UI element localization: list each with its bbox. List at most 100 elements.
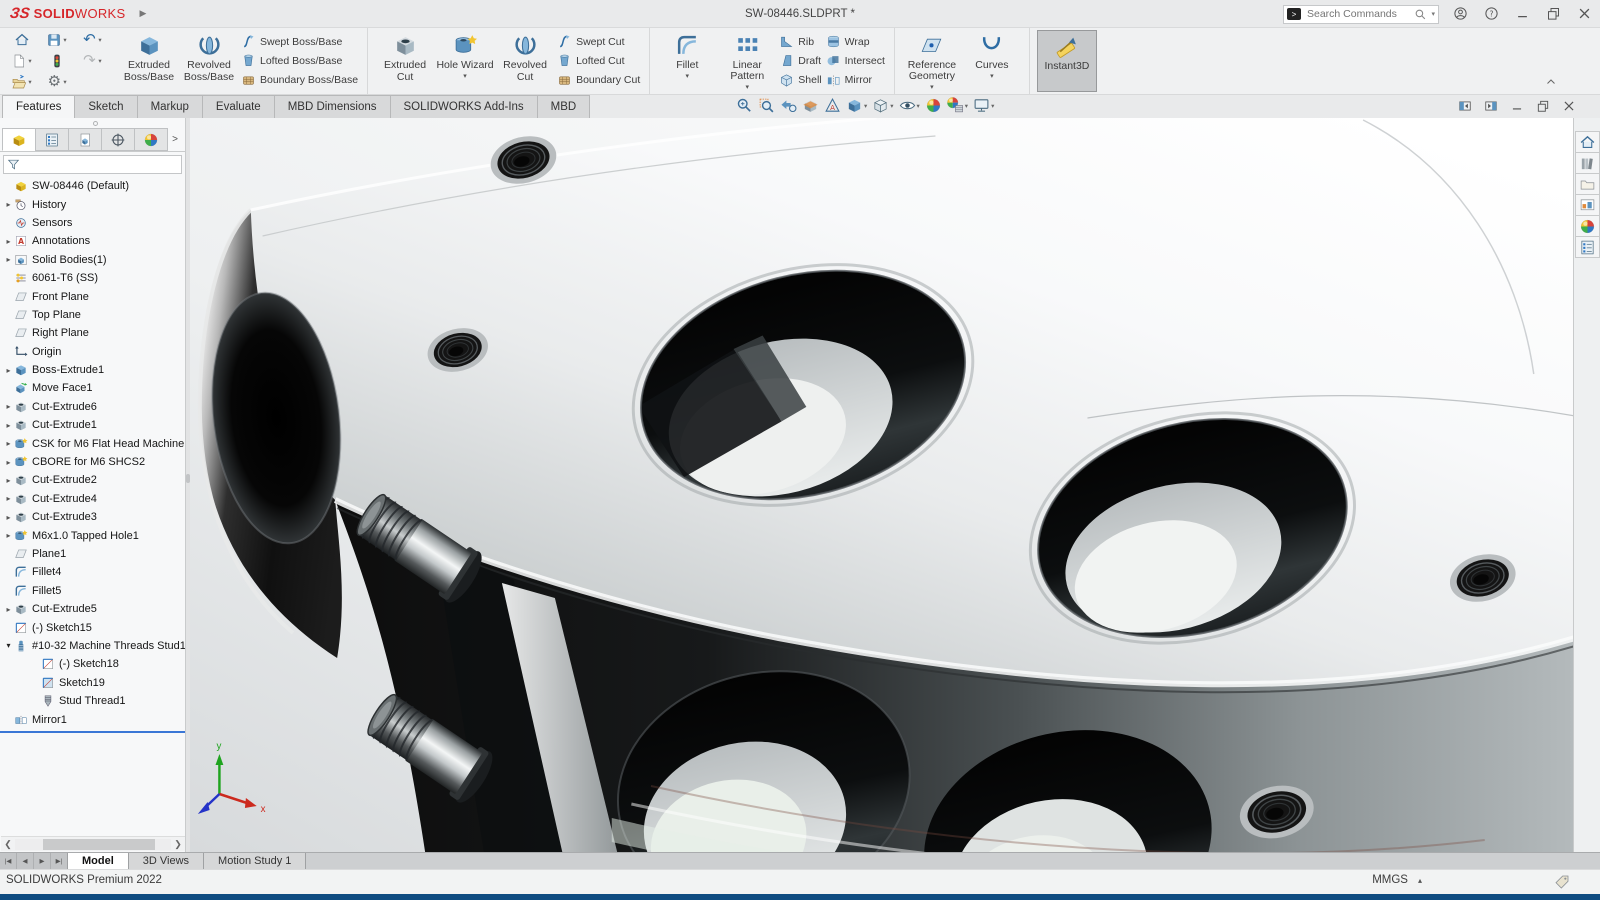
custom-properties-tag-icon[interactable]: [1554, 873, 1570, 891]
tree-item[interactable]: ▸ Solid Bodies(1): [0, 251, 185, 269]
dropdown-caret-icon[interactable]: ▾: [63, 36, 66, 44]
tab-features[interactable]: Features: [2, 95, 76, 118]
options-gear-button[interactable]: ⚙ ▾: [46, 74, 67, 90]
tree-horizontal-scrollbar[interactable]: ❮ ❯: [1, 836, 185, 851]
fillet-button[interactable]: Fillet ▾: [657, 30, 717, 92]
restore-button[interactable]: [1536, 97, 1550, 115]
home-button[interactable]: [14, 32, 30, 48]
view-settings-button[interactable]: ▾: [972, 96, 995, 115]
draft-button[interactable]: Draft: [779, 52, 821, 69]
open-button[interactable]: ▾: [11, 74, 32, 90]
tree-expand-arrow-icon[interactable]: ▸: [3, 402, 14, 411]
dropdown-caret-icon[interactable]: ▾: [930, 84, 934, 92]
lofted-boss-base-button[interactable]: Lofted Boss/Base: [241, 52, 358, 69]
shell-button[interactable]: Shell: [779, 72, 822, 89]
dropdown-caret-icon[interactable]: ▾: [890, 102, 893, 110]
tree-item[interactable]: ▸ Annotations: [0, 232, 185, 250]
search-input[interactable]: [1305, 7, 1411, 21]
wrap-button[interactable]: Wrap: [826, 33, 885, 50]
tab-mbd-dimensions[interactable]: MBD Dimensions: [273, 95, 391, 118]
tree-filter-box[interactable]: [3, 155, 182, 174]
tree-item[interactable]: Top Plane: [0, 306, 185, 324]
tree-item[interactable]: ▾ #10-32 Machine Threads Stud1: [0, 637, 185, 655]
tree-item[interactable]: Sketch19: [0, 674, 185, 692]
3d-viewport[interactable]: y x: [190, 118, 1573, 852]
tree-expand-arrow-icon[interactable]: ▸: [3, 513, 14, 522]
minimize-button[interactable]: [1515, 5, 1530, 23]
panel-expand-button[interactable]: >: [167, 128, 183, 151]
dropdown-caret-icon[interactable]: ▾: [28, 78, 31, 86]
swept-boss-base-button[interactable]: Swept Boss/Base: [241, 33, 358, 50]
taskpane-custom-properties-button[interactable]: [1574, 236, 1600, 258]
nav-next-button[interactable]: ▶: [34, 853, 51, 869]
taskpane-appearances-scenes-button[interactable]: [1574, 215, 1600, 237]
scroll-right-icon[interactable]: ❯: [171, 839, 185, 850]
tree-item[interactable]: ▸ Cut-Extrude6: [0, 398, 185, 416]
linear-pattern-button[interactable]: Linear Pattern ▾: [717, 30, 777, 92]
search-caret-icon[interactable]: ▾: [1431, 10, 1435, 18]
displaymanager-ball-tab[interactable]: [134, 128, 168, 151]
tab-3d-views[interactable]: 3D Views: [127, 853, 205, 869]
edit-appearance-button[interactable]: [924, 96, 943, 115]
extruded-cut-button[interactable]: Extruded Cut: [375, 30, 435, 92]
tree-item[interactable]: ▸ CBORE for M6 SHCS2: [0, 453, 185, 471]
nav-last-button[interactable]: ▶|: [51, 853, 68, 869]
reference-geometry-button[interactable]: Reference Geometry ▾: [902, 30, 962, 92]
dropdown-caret-icon[interactable]: ▾: [917, 102, 920, 110]
lofted-cut-button[interactable]: Lofted Cut: [557, 52, 640, 69]
tab-mbd[interactable]: MBD: [536, 95, 591, 118]
nav-previous-button[interactable]: ◀: [17, 853, 34, 869]
redo-button[interactable]: ↷ ▾: [81, 53, 102, 69]
scrollbar-thumb[interactable]: [43, 838, 156, 850]
tree-item[interactable]: ▸ Cut-Extrude2: [0, 471, 185, 489]
tree-item[interactable]: Fillet4: [0, 563, 185, 581]
tree-expand-arrow-icon[interactable]: ▸: [3, 494, 14, 503]
tree-item[interactable]: Move Face1: [0, 379, 185, 397]
taskpane-home-button[interactable]: [1574, 131, 1600, 153]
tree-item[interactable]: Mirror1: [0, 710, 185, 728]
tab-evaluate[interactable]: Evaluate: [201, 95, 275, 118]
boundary-boss-base-button[interactable]: Boundary Boss/Base: [241, 72, 358, 89]
tree-expand-arrow-icon[interactable]: ▸: [3, 458, 14, 467]
units-selector[interactable]: MMGS ▴: [1372, 874, 1422, 886]
tree-item[interactable]: ▸ Boss-Extrude1: [0, 361, 185, 379]
dropdown-caret-icon[interactable]: ▾: [990, 73, 994, 81]
units-caret-icon[interactable]: ▴: [1418, 876, 1422, 885]
curves-button[interactable]: Curves ▾: [962, 30, 1022, 92]
panel-collapse-handle[interactable]: [92, 121, 98, 126]
tab-sketch[interactable]: Sketch: [74, 95, 138, 118]
previous-view-button[interactable]: [779, 96, 798, 115]
dropdown-caret-icon[interactable]: ▾: [746, 84, 750, 92]
tree-item[interactable]: Stud Thread1: [0, 692, 185, 710]
solidworks-logo[interactable]: ЗS SOLIDWORKS ▶: [0, 5, 147, 22]
tree-item[interactable]: ▸ Cut-Extrude5: [0, 600, 185, 618]
close-button[interactable]: [1562, 97, 1576, 115]
logo-flyout-arrow-icon[interactable]: ▶: [140, 8, 147, 19]
tab-motion-study-1[interactable]: Motion Study 1: [203, 853, 307, 869]
section-view-button[interactable]: [801, 96, 820, 115]
intersect-button[interactable]: Intersect: [826, 52, 885, 69]
tree-item[interactable]: ▸ Cut-Extrude4: [0, 490, 185, 508]
tree-expand-arrow-icon[interactable]: ▾: [3, 641, 14, 650]
restore-button[interactable]: [1546, 5, 1561, 23]
dropdown-caret-icon[interactable]: ▾: [463, 73, 467, 81]
search-magnifier-icon[interactable]: [1414, 8, 1427, 21]
tree-item[interactable]: Fillet5: [0, 582, 185, 600]
apply-scene-button[interactable]: ▾: [946, 96, 969, 115]
propertymanager-list-tab[interactable]: [35, 128, 69, 151]
close-button[interactable]: [1577, 5, 1592, 23]
rib-button[interactable]: Rib: [779, 33, 821, 50]
tree-item[interactable]: Sensors: [0, 214, 185, 232]
minimize-button[interactable]: [1510, 97, 1524, 115]
scroll-left-icon[interactable]: ❮: [1, 839, 15, 850]
dropdown-caret-icon[interactable]: ▾: [686, 73, 690, 81]
help-button[interactable]: [1484, 5, 1499, 23]
dropdown-caret-icon[interactable]: ▾: [98, 57, 101, 65]
tree-item[interactable]: ▸ History: [0, 195, 185, 213]
search-commands-box[interactable]: > ▾: [1283, 4, 1439, 24]
tree-expand-arrow-icon[interactable]: ▸: [3, 531, 14, 540]
view-orientation-button[interactable]: ▾: [845, 96, 868, 115]
instant3d-button[interactable]: Instant3D: [1036, 30, 1097, 92]
tree-item[interactable]: (-) Sketch15: [0, 618, 185, 636]
dimxpert-target-tab[interactable]: [101, 128, 135, 151]
